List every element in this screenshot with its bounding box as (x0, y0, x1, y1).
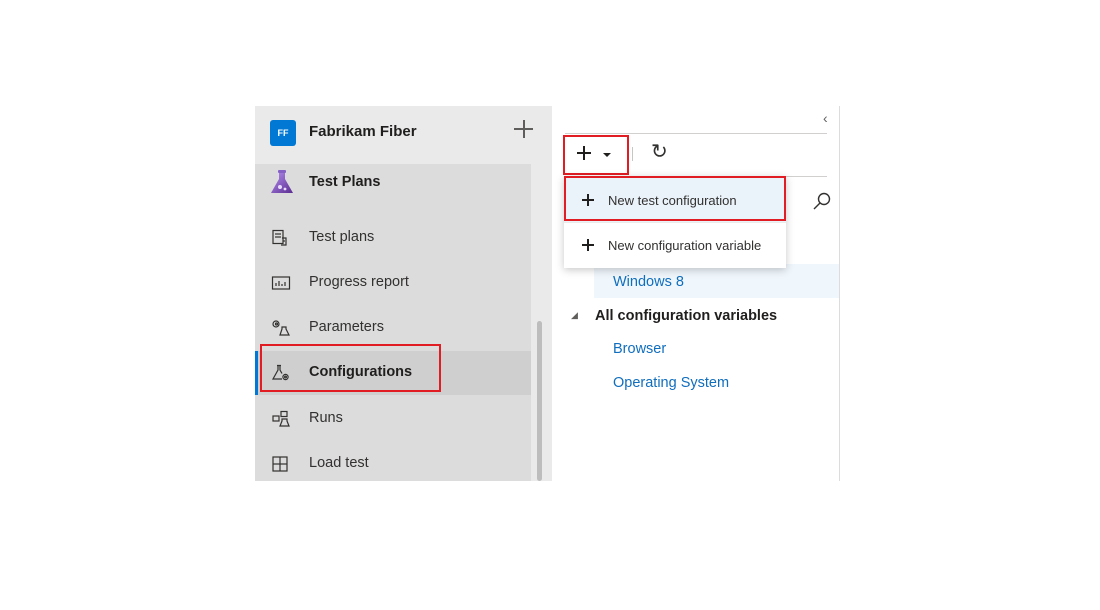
load-test-icon (271, 455, 293, 473)
test-plans-flask-icon (268, 168, 296, 196)
org-header[interactable]: FF Fabrikam Fiber (255, 106, 552, 162)
selection-indicator (255, 351, 258, 395)
nav-item-progress-report[interactable]: Progress report (255, 261, 531, 305)
plus-icon (582, 239, 594, 251)
nav-item-test-plans[interactable]: Test plans (255, 216, 531, 260)
search-icon[interactable] (811, 190, 833, 212)
menu-item-new-configuration-variable[interactable]: New configuration variable (564, 223, 786, 267)
add-button-highlight-box (563, 135, 629, 175)
nav-item-label: Load test (309, 455, 369, 471)
sidebar: FF Fabrikam Fiber Test Plans Test plans … (255, 106, 552, 481)
toolbar-separator (632, 147, 633, 161)
org-avatar[interactable]: FF (270, 120, 296, 146)
runs-icon (271, 410, 293, 428)
nav-menu: Test Plans Test plans Progress report Pa… (255, 164, 531, 481)
configurations-highlight-box (260, 344, 441, 392)
nav-scrollbar[interactable] (537, 321, 542, 481)
progress-report-icon (271, 274, 293, 292)
nav-item-label: Parameters (309, 319, 384, 335)
new-test-configuration-highlight-box (564, 176, 786, 221)
new-project-plus-icon[interactable] (513, 118, 535, 140)
tree-header-all-configuration-variables[interactable]: All configuration variables (595, 308, 777, 324)
menu-item-label: New configuration variable (608, 238, 762, 253)
nav-section-test-plans[interactable]: Test Plans (255, 164, 531, 208)
collapse-panel-chevron-icon[interactable]: ‹ (823, 110, 828, 126)
parameters-icon (271, 319, 293, 337)
nav-item-runs[interactable]: Runs (255, 397, 531, 441)
nav-item-load-test[interactable]: Load test (255, 442, 531, 486)
nav-item-label: Test plans (309, 229, 375, 245)
nav-section-label: Test Plans (309, 174, 381, 190)
test-plans-icon (271, 229, 293, 247)
tree-item-operating-system[interactable]: Operating System (613, 375, 729, 391)
nav-item-label: Runs (309, 410, 343, 426)
toolbar-divider-top (565, 133, 827, 134)
org-name[interactable]: Fabrikam Fiber (309, 123, 417, 140)
tree-item-browser[interactable]: Browser (613, 341, 666, 357)
tree-item-windows-8[interactable]: Windows 8 (613, 274, 684, 290)
expand-caret-icon[interactable]: ◢ (571, 310, 578, 321)
nav-item-label: Progress report (309, 274, 409, 290)
refresh-icon[interactable]: ↻ (651, 142, 668, 162)
